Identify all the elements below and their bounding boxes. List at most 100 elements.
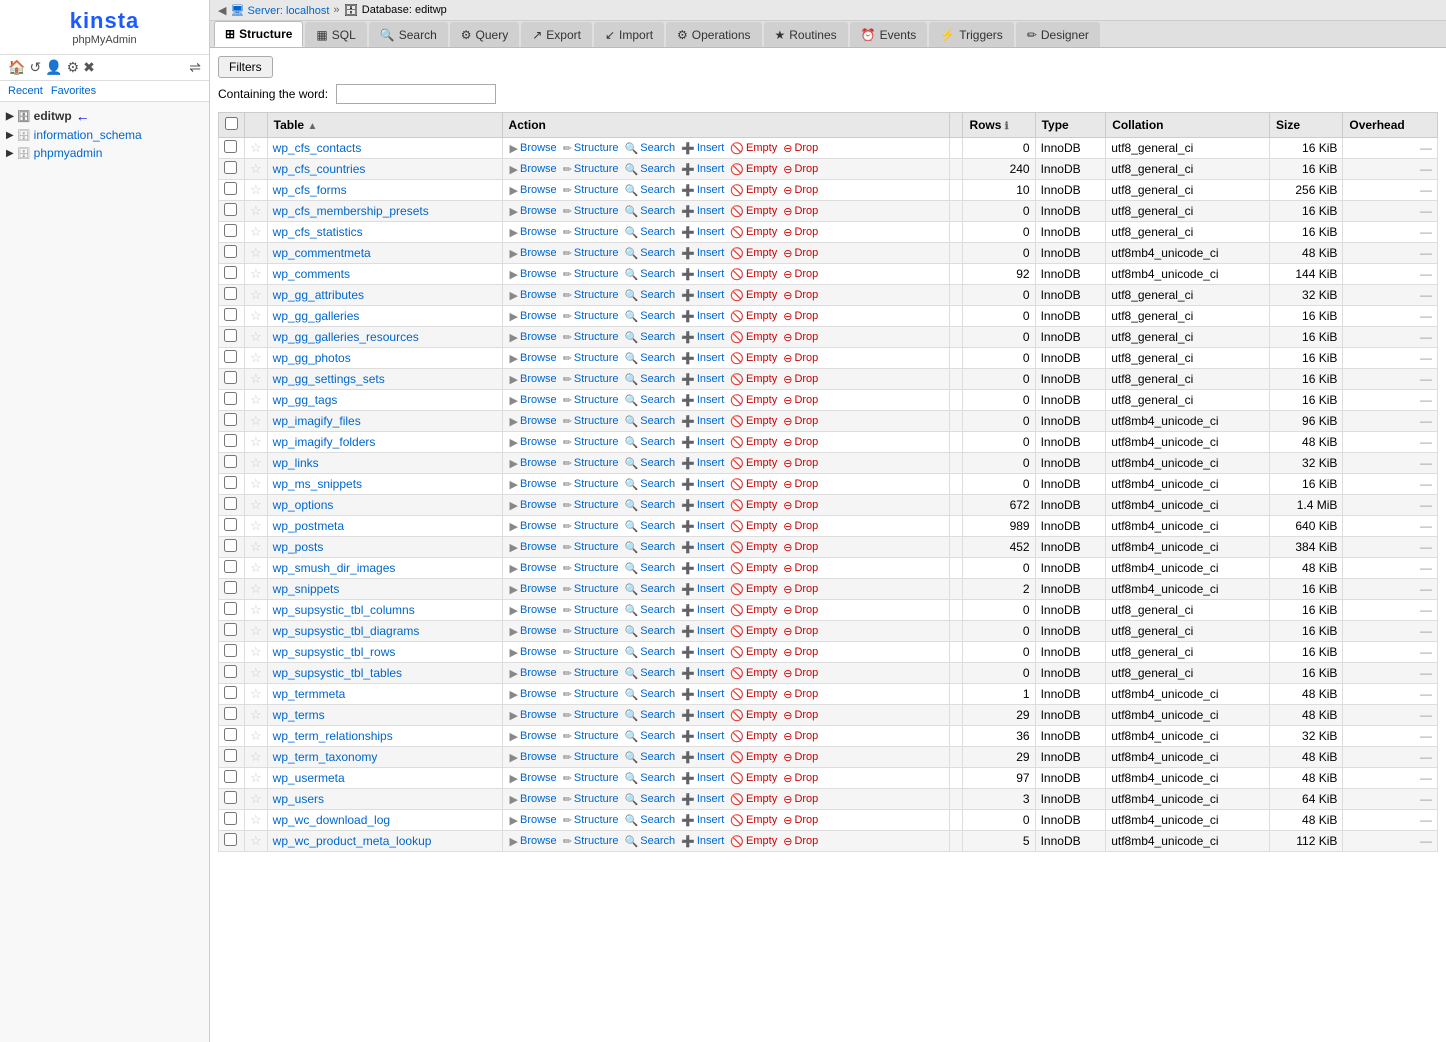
row-checkbox[interactable] <box>224 833 237 846</box>
insert-button[interactable]: ➕ Insert <box>679 687 726 702</box>
insert-button[interactable]: ➕ Insert <box>679 813 726 828</box>
browse-button[interactable]: ▶ Browse <box>508 813 559 828</box>
star-icon[interactable]: ☆ <box>250 140 262 155</box>
tab-designer[interactable]: ✏ Designer <box>1016 22 1100 47</box>
tab-import[interactable]: ↙ Import <box>594 22 664 47</box>
structure-button[interactable]: ✏ Structure <box>561 309 621 324</box>
search-button[interactable]: 🔍 Search <box>623 624 678 639</box>
structure-button[interactable]: ✏ Structure <box>561 666 621 681</box>
th-collation[interactable]: Collation <box>1106 113 1270 138</box>
table-name-link[interactable]: wp_gg_galleries <box>273 309 360 323</box>
row-checkbox[interactable] <box>224 350 237 363</box>
table-name-link[interactable]: wp_gg_attributes <box>273 288 364 302</box>
row-checkbox[interactable] <box>224 812 237 825</box>
insert-button[interactable]: ➕ Insert <box>679 372 726 387</box>
structure-button[interactable]: ✏ Structure <box>561 645 621 660</box>
empty-button[interactable]: 🚫 Empty <box>728 393 779 408</box>
search-button[interactable]: 🔍 Search <box>623 813 678 828</box>
drop-button[interactable]: ⊖ Drop <box>781 414 820 429</box>
tab-search[interactable]: 🔍 Search <box>369 22 448 47</box>
star-icon[interactable]: ☆ <box>250 392 262 407</box>
structure-button[interactable]: ✏ Structure <box>561 582 621 597</box>
star-icon[interactable]: ☆ <box>250 476 262 491</box>
table-name-link[interactable]: wp_supsystic_tbl_tables <box>273 666 402 680</box>
insert-button[interactable]: ➕ Insert <box>679 456 726 471</box>
breadcrumb-db-name[interactable]: Database: editwp <box>362 4 447 16</box>
tab-sql[interactable]: ▦ SQL <box>305 22 366 47</box>
search-button[interactable]: 🔍 Search <box>623 792 678 807</box>
drop-button[interactable]: ⊖ Drop <box>781 225 820 240</box>
drop-button[interactable]: ⊖ Drop <box>781 309 820 324</box>
sidebar-item-phpmyadmin[interactable]: ▶ 🗄 phpmyadmin <box>0 144 209 162</box>
row-checkbox[interactable] <box>224 476 237 489</box>
row-checkbox[interactable] <box>224 560 237 573</box>
table-name-link[interactable]: wp_posts <box>273 540 324 554</box>
structure-button[interactable]: ✏ Structure <box>561 456 621 471</box>
insert-button[interactable]: ➕ Insert <box>679 519 726 534</box>
empty-button[interactable]: 🚫 Empty <box>728 414 779 429</box>
search-button[interactable]: 🔍 Search <box>623 750 678 765</box>
table-name-link[interactable]: wp_users <box>273 792 324 806</box>
browse-button[interactable]: ▶ Browse <box>508 246 559 261</box>
drop-button[interactable]: ⊖ Drop <box>781 582 820 597</box>
star-icon[interactable]: ☆ <box>250 560 262 575</box>
search-button[interactable]: 🔍 Search <box>623 330 678 345</box>
browse-button[interactable]: ▶ Browse <box>508 792 559 807</box>
drop-button[interactable]: ⊖ Drop <box>781 729 820 744</box>
browse-button[interactable]: ▶ Browse <box>508 309 559 324</box>
star-icon[interactable]: ☆ <box>250 833 262 848</box>
search-button[interactable]: 🔍 Search <box>623 267 678 282</box>
structure-button[interactable]: ✏ Structure <box>561 435 621 450</box>
table-name-link[interactable]: wp_wc_product_meta_lookup <box>273 834 432 848</box>
row-checkbox[interactable] <box>224 329 237 342</box>
table-name-link[interactable]: wp_gg_settings_sets <box>273 372 385 386</box>
drop-button[interactable]: ⊖ Drop <box>781 624 820 639</box>
insert-button[interactable]: ➕ Insert <box>679 414 726 429</box>
insert-button[interactable]: ➕ Insert <box>679 540 726 555</box>
table-name-link[interactable]: wp_supsystic_tbl_diagrams <box>273 624 420 638</box>
browse-button[interactable]: ▶ Browse <box>508 645 559 660</box>
search-button[interactable]: 🔍 Search <box>623 162 678 177</box>
table-name-link[interactable]: wp_options <box>273 498 334 512</box>
search-button[interactable]: 🔍 Search <box>623 225 678 240</box>
table-name-link[interactable]: wp_gg_photos <box>273 351 351 365</box>
drop-button[interactable]: ⊖ Drop <box>781 792 820 807</box>
structure-button[interactable]: ✏ Structure <box>561 414 621 429</box>
star-icon[interactable]: ☆ <box>250 791 262 806</box>
browse-button[interactable]: ▶ Browse <box>508 351 559 366</box>
empty-button[interactable]: 🚫 Empty <box>728 309 779 324</box>
table-name-link[interactable]: wp_postmeta <box>273 519 344 533</box>
sidebar-item-editwp[interactable]: ▶ 🗄 editwp ← <box>0 106 209 126</box>
browse-button[interactable]: ▶ Browse <box>508 729 559 744</box>
search-button[interactable]: 🔍 Search <box>623 141 678 156</box>
star-icon[interactable]: ☆ <box>250 329 262 344</box>
structure-button[interactable]: ✏ Structure <box>561 477 621 492</box>
row-checkbox[interactable] <box>224 707 237 720</box>
structure-button[interactable]: ✏ Structure <box>561 561 621 576</box>
empty-button[interactable]: 🚫 Empty <box>728 582 779 597</box>
empty-button[interactable]: 🚫 Empty <box>728 162 779 177</box>
table-name-link[interactable]: wp_ms_snippets <box>273 477 362 491</box>
star-icon[interactable]: ☆ <box>250 686 262 701</box>
table-name-link[interactable]: wp_imagify_files <box>273 414 361 428</box>
star-icon[interactable]: ☆ <box>250 287 262 302</box>
insert-button[interactable]: ➕ Insert <box>679 498 726 513</box>
tab-export[interactable]: ↗ Export <box>521 22 592 47</box>
row-checkbox[interactable] <box>224 161 237 174</box>
drop-button[interactable]: ⊖ Drop <box>781 393 820 408</box>
structure-button[interactable]: ✏ Structure <box>561 204 621 219</box>
table-name-link[interactable]: wp_comments <box>273 267 350 281</box>
row-checkbox[interactable] <box>224 623 237 636</box>
structure-button[interactable]: ✏ Structure <box>561 687 621 702</box>
insert-button[interactable]: ➕ Insert <box>679 561 726 576</box>
empty-button[interactable]: 🚫 Empty <box>728 330 779 345</box>
logout-icon[interactable]: ✖ <box>83 59 95 76</box>
star-icon[interactable]: ☆ <box>250 434 262 449</box>
empty-button[interactable]: 🚫 Empty <box>728 183 779 198</box>
insert-button[interactable]: ➕ Insert <box>679 288 726 303</box>
row-checkbox[interactable] <box>224 224 237 237</box>
tab-routines[interactable]: ★ Routines <box>764 22 848 47</box>
structure-button[interactable]: ✏ Structure <box>561 225 621 240</box>
insert-button[interactable]: ➕ Insert <box>679 750 726 765</box>
star-icon[interactable]: ☆ <box>250 665 262 680</box>
